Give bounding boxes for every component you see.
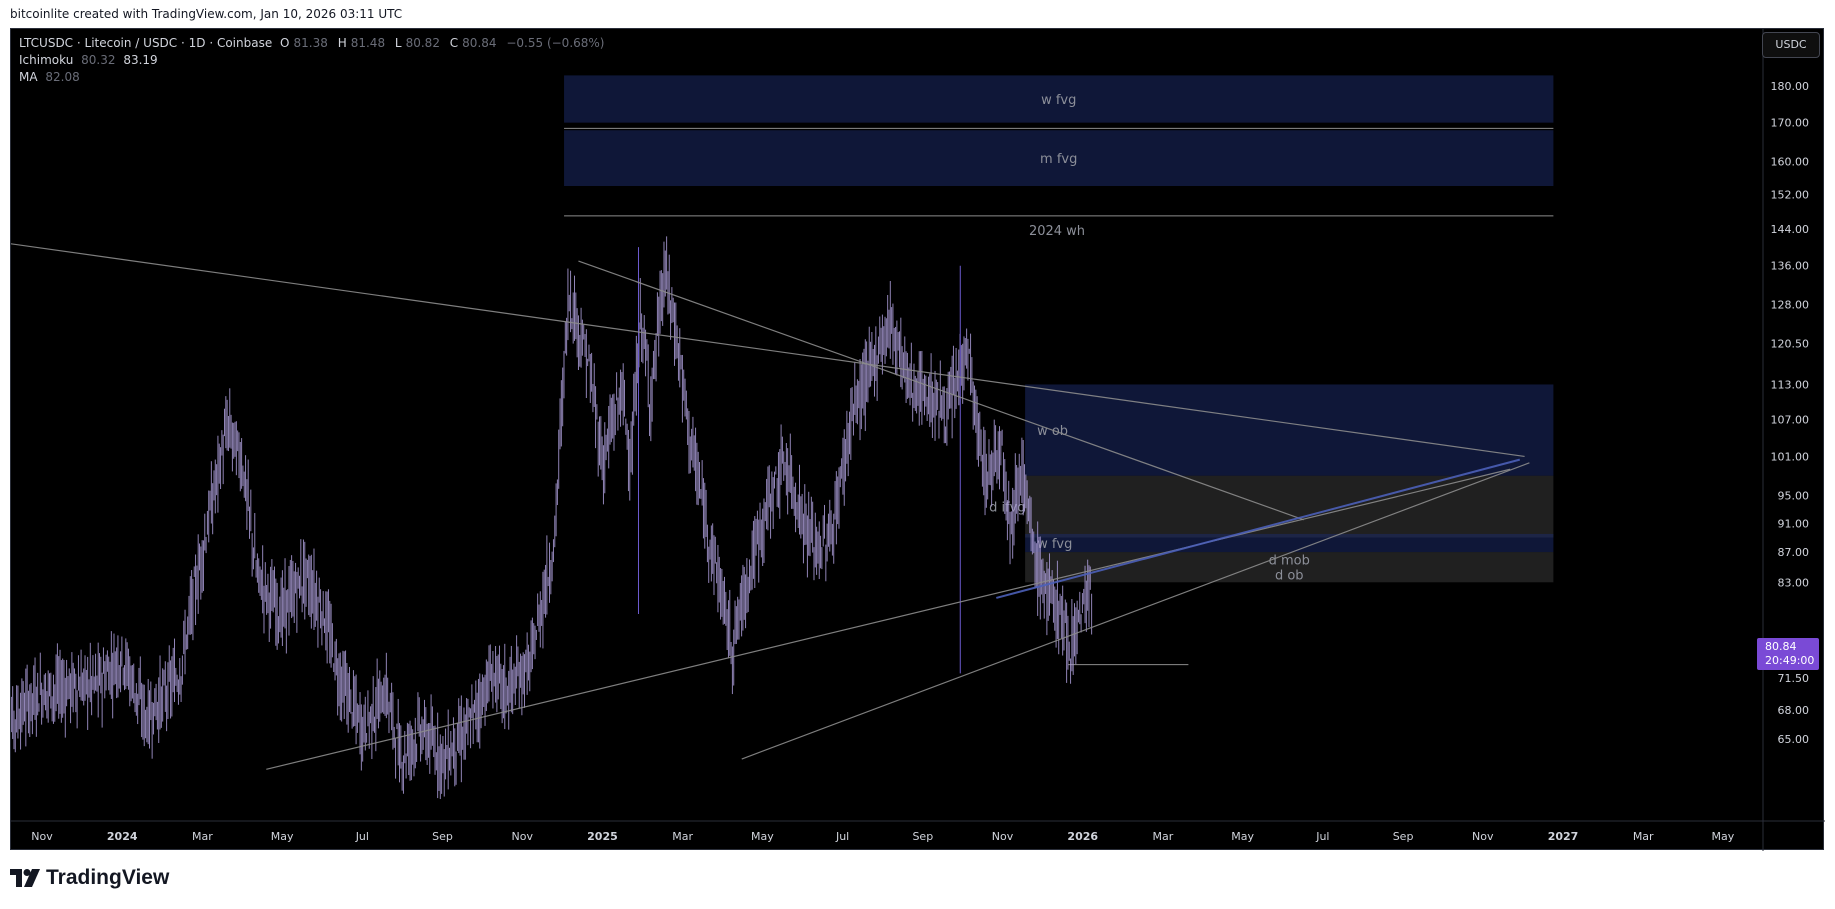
y-tick-8: 113.00 (1771, 378, 1810, 391)
zone-label-1: m fvg (1040, 152, 1077, 167)
chart-legend: LTCUSDC · Litecoin / USDC · 1D · Coinbas… (19, 35, 609, 86)
legend-symbol-row: LTCUSDC · Litecoin / USDC · 1D · Coinbas… (19, 35, 609, 52)
x-tick-4: Jul (355, 830, 369, 843)
legend-ichimoku-label: Ichimoku (19, 53, 74, 67)
legend-ma-label: MA (19, 70, 38, 84)
price-chart[interactable]: w fvgm fvgw obd ifvgw fvgd mobd ob2024 w… (11, 29, 1825, 851)
zone-2 (1025, 384, 1554, 476)
x-tick-19: 2027 (1548, 830, 1579, 843)
x-tick-11: Sep (912, 830, 933, 843)
chart-area[interactable]: w fvgm fvgw obd ifvgw fvgd mobd ob2024 w… (10, 28, 1825, 851)
x-tick-0: Nov (31, 830, 53, 843)
last-price-badge: 80.84 20:49:00 (1757, 638, 1819, 670)
x-tick-9: May (751, 830, 774, 843)
legend-ichimoku-v2: 83.19 (123, 53, 158, 67)
x-tick-21: May (1712, 830, 1735, 843)
x-tick-14: Mar (1153, 830, 1174, 843)
x-tick-15: May (1231, 830, 1254, 843)
y-tick-5: 136.00 (1771, 260, 1810, 273)
x-tick-17: Sep (1393, 830, 1414, 843)
x-tick-13: 2026 (1067, 830, 1098, 843)
legend-symbol[interactable]: LTCUSDC · Litecoin / USDC · 1D · Coinbas… (19, 36, 272, 50)
x-tick-16: Jul (1315, 830, 1329, 843)
y-tick-4: 144.00 (1771, 223, 1810, 236)
zone-label-4: w fvg (1037, 537, 1072, 552)
x-tick-3: May (271, 830, 294, 843)
chart-caption: bitcoinlite created with TradingView.com… (10, 7, 403, 21)
y-tick-3: 152.00 (1771, 188, 1810, 201)
y-tick-6: 128.00 (1771, 299, 1810, 312)
legend-close: 80.84 (462, 36, 497, 50)
tradingview-logo-icon (10, 869, 40, 887)
y-tick-13: 87.00 (1778, 546, 1810, 559)
legend-low: 80.82 (405, 36, 440, 50)
legend-close-label: C (449, 36, 459, 50)
annotation-0: 2024 wh (1029, 224, 1085, 239)
legend-low-label: L (394, 36, 402, 50)
y-tick-9: 107.00 (1771, 413, 1810, 426)
y-tick-7: 120.50 (1771, 337, 1810, 350)
legend-open: 81.38 (293, 36, 328, 50)
y-tick-17: 68.00 (1778, 704, 1810, 717)
tradingview-logo[interactable]: TradingView (10, 866, 169, 890)
legend-high: 81.48 (350, 36, 386, 50)
brand-name: TradingView (46, 866, 170, 889)
y-tick-11: 95.00 (1778, 490, 1810, 503)
y-tick-2: 160.00 (1771, 156, 1810, 169)
zone-label-5: d mob (1269, 554, 1310, 569)
zone-4 (1025, 533, 1554, 553)
x-tick-10: Jul (835, 830, 849, 843)
trendline-0 (11, 243, 1525, 458)
x-tick-5: Sep (432, 830, 453, 843)
last-price: 80.84 (1765, 640, 1797, 653)
zone-label-0: w fvg (1041, 93, 1076, 108)
legend-ma-value: 82.08 (45, 70, 80, 84)
legend-ichimoku-row[interactable]: Ichimoku 80.32 83.19 (19, 52, 609, 69)
legend-change: −0.55 (−0.68%) (506, 36, 605, 50)
x-tick-18: Nov (1472, 830, 1494, 843)
legend-ma-row[interactable]: MA 82.08 (19, 69, 609, 86)
y-tick-16: 71.50 (1778, 672, 1810, 685)
x-tick-8: Mar (672, 830, 693, 843)
legend-open-label: O (280, 36, 290, 50)
y-tick-1: 170.00 (1771, 117, 1810, 130)
y-tick-0: 180.00 (1771, 80, 1810, 93)
x-tick-7: 2025 (587, 830, 618, 843)
y-tick-10: 101.00 (1771, 450, 1810, 463)
currency-button[interactable]: USDC (1762, 32, 1820, 58)
bar-countdown: 20:49:00 (1765, 654, 1815, 667)
legend-high-label: H (337, 36, 347, 50)
x-tick-2: Mar (192, 830, 213, 843)
x-tick-6: Nov (512, 830, 534, 843)
x-tick-1: 2024 (107, 830, 138, 843)
y-tick-14: 83.00 (1778, 576, 1810, 589)
y-tick-18: 65.00 (1778, 733, 1810, 746)
legend-ichimoku-v1: 80.32 (81, 53, 116, 67)
y-tick-12: 91.00 (1778, 517, 1810, 530)
zone-label-6: d ob (1275, 569, 1304, 584)
zone-3 (1025, 475, 1554, 538)
trendline-2 (266, 468, 1511, 770)
x-tick-12: Nov (992, 830, 1014, 843)
x-tick-20: Mar (1633, 830, 1654, 843)
